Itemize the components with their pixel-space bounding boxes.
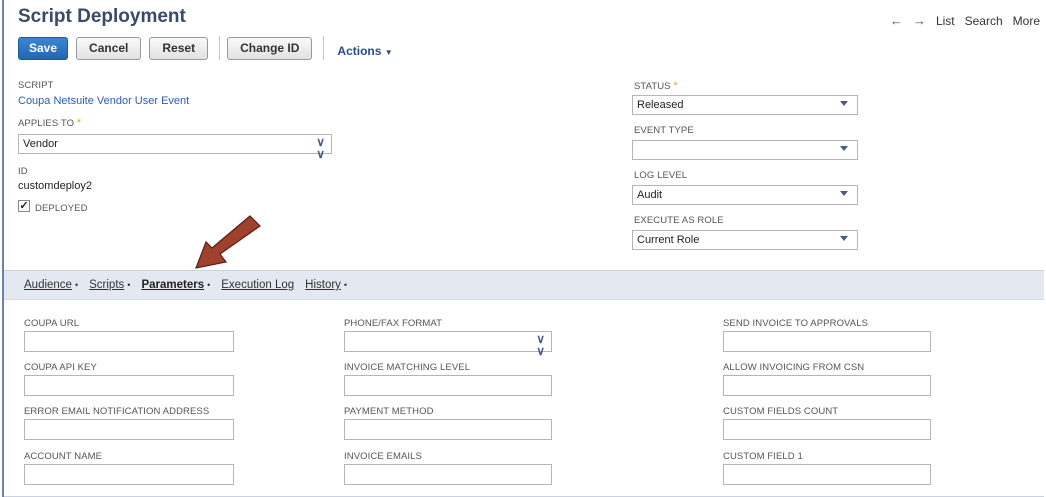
forward-arrow-icon[interactable]: → [913,13,926,28]
bullet-icon: • [127,280,131,290]
tab-label: Parameters [141,279,205,291]
tab-execution-log[interactable]: Execution Log [221,279,294,291]
change-id-button[interactable]: Change ID [227,36,313,60]
payment-method-input[interactable] [344,419,552,440]
subtab-bar: Audience • Scripts • Parameters • Execution… [4,270,1044,299]
id-value: customdeploy2 [18,180,92,192]
double-chevron-down-icon: ∨ ∨ [536,332,545,358]
actions-menu[interactable]: Actions ▼ [337,44,392,58]
allow-invoicing-from-csn-label: ALLOW INVOICING FROM CSN [723,362,865,373]
bullet-icon: • [74,280,79,290]
tab-label: Execution Log [221,279,295,291]
custom-fields-count-label: CUSTOM FIELDS COUNT [723,406,839,417]
execute-as-role-select[interactable]: Current Role [632,230,858,250]
allow-invoicing-from-csn-input[interactable] [723,375,931,396]
toolbar-divider [219,36,221,60]
search-link[interactable]: Search [965,14,1003,28]
toolbar-divider [323,36,325,60]
execute-as-role-value: Current Role [637,234,700,246]
toolbar: Save Cancel Reset Change ID Actions ▼ [18,36,393,60]
caret-down-icon: ▼ [384,48,393,57]
tab-history[interactable]: History • [305,279,347,291]
subtabs: Audience • Scripts • Parameters • Execution… [24,279,347,291]
custom-fields-count-input[interactable] [723,419,931,440]
tab-label: History [305,279,341,291]
coupa-url-label: COUPA URL [24,318,80,329]
log-level-value: Audit [637,189,663,201]
dropdown-arrow-icon [840,146,848,151]
error-email-input[interactable] [24,419,234,440]
script-link[interactable]: Coupa Netsuite Vendor User Event [18,95,189,107]
coupa-url-input[interactable] [24,331,234,352]
log-level-label: LOG LEVEL [634,170,688,181]
event-type-select[interactable] [632,140,858,160]
applies-to-select[interactable]: Vendor ∨ ∨ [18,134,332,160]
invoice-matching-level-input[interactable] [344,375,552,396]
script-label: SCRIPT [18,80,54,91]
dropdown-arrow-icon [840,101,848,106]
invoice-emails-input[interactable] [344,464,552,485]
send-invoice-to-approvals-label: SEND INVOICE TO APPROVALS [723,318,869,329]
invoice-emails-label: INVOICE EMAILS [344,451,422,462]
bullet-icon: • [207,280,211,290]
dropdown-arrow-icon [840,236,848,241]
more-link[interactable]: More [1013,14,1040,28]
custom-field-1-input[interactable] [723,464,931,485]
save-button[interactable]: Save [18,36,69,60]
execute-as-role-label: EXECUTE AS ROLE [634,215,724,226]
deployed-label: DEPLOYED [35,203,88,214]
applies-to-value: Vendor [23,138,58,150]
tab-audience[interactable]: Audience • [24,279,78,291]
coupa-api-key-input[interactable] [24,375,234,396]
required-star-icon: * [673,80,678,92]
top-navigation: ← → List Search More [890,13,1040,28]
invoice-matching-level-label: INVOICE MATCHING LEVEL [344,362,471,373]
annotation-arrow-icon [195,215,261,269]
double-chevron-down-icon: ∨ ∨ [316,135,325,161]
bullet-icon: • [343,280,348,290]
account-name-label: ACCOUNT NAME [24,451,103,462]
tab-scripts[interactable]: Scripts • [89,279,130,291]
tab-label: Audience [24,279,72,291]
page-title: Script Deployment [18,6,186,27]
id-label: ID [18,166,28,177]
account-name-input[interactable] [24,464,234,485]
applies-to-label-text: APPLIES TO [18,118,75,129]
actions-label: Actions [337,44,382,58]
coupa-api-key-label: COUPA API KEY [24,362,97,373]
dropdown-arrow-icon [840,191,848,196]
status-label-text: STATUS [634,81,671,92]
list-link[interactable]: List [936,14,955,28]
payment-method-label: PAYMENT METHOD [344,406,434,417]
required-star-icon: * [76,117,82,129]
custom-field-1-label: CUSTOM FIELD 1 [723,451,803,462]
log-level-select[interactable]: Audit [632,185,858,205]
tab-parameters[interactable]: Parameters • [141,279,210,291]
tab-label: Scripts [89,279,125,291]
back-arrow-icon[interactable]: ← [890,13,903,28]
status-select[interactable]: Released [632,95,858,115]
status-value: Released [637,99,684,111]
deployed-checkbox[interactable]: ✓ [18,200,30,212]
error-email-label: ERROR EMAIL NOTIFICATION ADDRESS [24,406,210,417]
reset-button[interactable]: Reset [149,36,209,60]
status-label: STATUS * [634,80,678,92]
send-invoice-to-approvals-input[interactable] [723,331,931,352]
cancel-button[interactable]: Cancel [76,36,142,60]
event-type-label: EVENT TYPE [634,125,694,136]
phone-fax-format-select[interactable]: ∨ ∨ [344,331,552,357]
applies-to-label: APPLIES TO * [18,117,81,129]
phone-fax-format-label: PHONE/FAX FORMAT [344,318,443,329]
